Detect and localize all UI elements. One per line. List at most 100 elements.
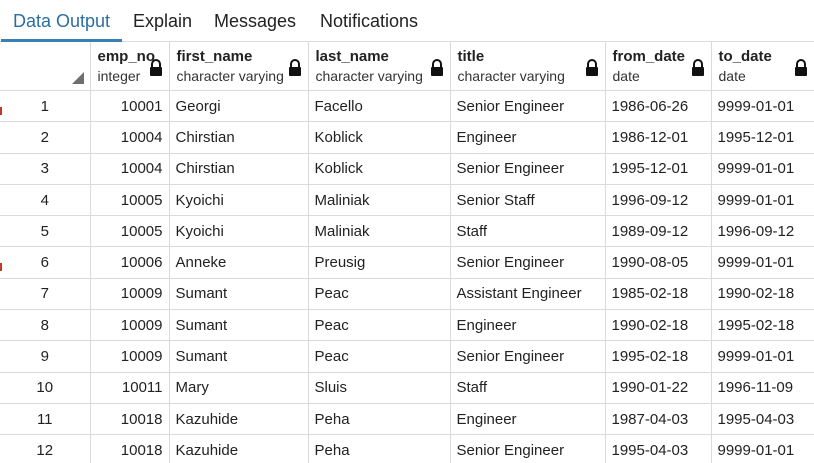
cell-emp-no[interactable]: 10011	[90, 372, 170, 404]
cell-last-name[interactable]: Peha	[308, 434, 451, 463]
cell-to-date[interactable]: 1990-02-18	[711, 278, 814, 311]
table-row[interactable]: 6 10006 Anneke Preusig Senior Engineer 1990-0…	[0, 246, 814, 279]
row-number[interactable]: 3	[0, 153, 91, 185]
cell-to-date[interactable]: 9999-01-01	[711, 434, 814, 463]
table-row[interactable]: 8 10009 Sumant Peac Engineer 1990-02-18 1995-0…	[0, 309, 814, 342]
cell-to-date[interactable]: 1996-09-12	[711, 215, 814, 248]
cell-first-name[interactable]: Chirstian	[169, 121, 309, 154]
tab-explain[interactable]: Explain	[133, 0, 192, 41]
cell-title[interactable]: Senior Engineer	[450, 340, 606, 373]
cell-from-date[interactable]: 1985-02-18	[605, 278, 712, 311]
cell-title[interactable]: Staff	[450, 215, 606, 248]
cell-from-date[interactable]: 1990-02-18	[605, 309, 712, 342]
cell-emp-no[interactable]: 10006	[90, 246, 170, 279]
cell-to-date[interactable]: 9999-01-01	[711, 246, 814, 279]
cell-last-name[interactable]: Peac	[308, 340, 451, 373]
row-number[interactable]: 2	[0, 121, 91, 154]
cell-from-date[interactable]: 1990-01-22	[605, 372, 712, 404]
cell-to-date[interactable]: 1995-12-01	[711, 121, 814, 154]
cell-from-date[interactable]: 1989-09-12	[605, 215, 712, 248]
cell-title[interactable]: Senior Staff	[450, 184, 606, 217]
cell-last-name[interactable]: Sluis	[308, 372, 451, 404]
cell-to-date[interactable]: 1996-11-09	[711, 372, 814, 404]
row-number[interactable]: 8	[0, 309, 91, 342]
cell-to-date[interactable]: 1995-04-03	[711, 403, 814, 436]
tab-data-output[interactable]: Data Output	[0, 0, 123, 42]
table-row[interactable]: 10 10011 Mary Sluis Staff 1990-01-22 1996-11-0…	[0, 372, 814, 404]
cell-emp-no[interactable]: 10004	[90, 153, 170, 185]
table-row[interactable]: 9 10009 Sumant Peac Senior Engineer 1995-02-1…	[0, 340, 814, 373]
cell-emp-no[interactable]: 10009	[90, 278, 170, 311]
cell-title[interactable]: Senior Engineer	[450, 90, 606, 123]
cell-first-name[interactable]: Anneke	[169, 246, 309, 279]
cell-to-date[interactable]: 9999-01-01	[711, 340, 814, 373]
column-header-emp-no[interactable]: emp_no integer	[90, 42, 170, 91]
cell-from-date[interactable]: 1986-12-01	[605, 121, 712, 154]
table-row[interactable]: 5 10005 Kyoichi Maliniak Staff 1989-09-12 1996…	[0, 215, 814, 248]
cell-from-date[interactable]: 1995-12-01	[605, 153, 712, 185]
cell-title[interactable]: Senior Engineer	[450, 153, 606, 185]
cell-first-name[interactable]: Sumant	[169, 340, 309, 373]
cell-first-name[interactable]: Georgi	[169, 90, 309, 123]
column-header-to-date[interactable]: to_date date	[711, 42, 814, 91]
cell-last-name[interactable]: Koblick	[308, 121, 451, 154]
row-number-header[interactable]	[0, 42, 91, 91]
cell-emp-no[interactable]: 10005	[90, 215, 170, 248]
cell-to-date[interactable]: 9999-01-01	[711, 184, 814, 217]
cell-title[interactable]: Senior Engineer	[450, 434, 606, 463]
row-number[interactable]: 9	[0, 340, 91, 373]
cell-first-name[interactable]: Chirstian	[169, 153, 309, 185]
row-number[interactable]: 1	[0, 90, 91, 123]
cell-emp-no[interactable]: 10009	[90, 309, 170, 342]
cell-to-date[interactable]: 9999-01-01	[711, 153, 814, 185]
cell-from-date[interactable]: 1987-04-03	[605, 403, 712, 436]
cell-to-date[interactable]: 1995-02-18	[711, 309, 814, 342]
table-row[interactable]: 3 10004 Chirstian Koblick Senior Engineer 199…	[0, 153, 814, 185]
select-all-corner-icon[interactable]	[71, 72, 84, 84]
tab-messages[interactable]: Messages	[214, 0, 296, 41]
cell-from-date[interactable]: 1986-06-26	[605, 90, 712, 123]
cell-to-date[interactable]: 9999-01-01	[711, 90, 814, 123]
cell-emp-no[interactable]: 10001	[90, 90, 170, 123]
row-number[interactable]: 5	[0, 215, 91, 248]
tab-notifications[interactable]: Notifications	[320, 0, 418, 41]
table-row[interactable]: 12 10018 Kazuhide Peha Senior Engineer 1995-0…	[0, 434, 814, 463]
row-number[interactable]: 4	[0, 184, 91, 217]
cell-title[interactable]: Engineer	[450, 121, 606, 154]
cell-first-name[interactable]: Mary	[169, 372, 309, 404]
cell-title[interactable]: Assistant Engineer	[450, 278, 606, 311]
cell-from-date[interactable]: 1995-04-03	[605, 434, 712, 463]
cell-first-name[interactable]: Kyoichi	[169, 184, 309, 217]
cell-from-date[interactable]: 1995-02-18	[605, 340, 712, 373]
cell-last-name[interactable]: Maliniak	[308, 215, 451, 248]
cell-first-name[interactable]: Kyoichi	[169, 215, 309, 248]
cell-last-name[interactable]: Preusig	[308, 246, 451, 279]
row-number[interactable]: 7	[0, 278, 91, 311]
row-number[interactable]: 10	[0, 372, 91, 404]
table-row[interactable]: 7 10009 Sumant Peac Assistant Engineer 1985-0…	[0, 278, 814, 311]
cell-first-name[interactable]: Kazuhide	[169, 403, 309, 436]
cell-last-name[interactable]: Koblick	[308, 153, 451, 185]
column-header-first-name[interactable]: first_name character varying	[169, 42, 309, 91]
cell-last-name[interactable]: Peac	[308, 278, 451, 311]
table-row[interactable]: 1 10001 Georgi Facello Senior Engineer 1986-0…	[0, 90, 814, 123]
cell-from-date[interactable]: 1996-09-12	[605, 184, 712, 217]
cell-emp-no[interactable]: 10004	[90, 121, 170, 154]
cell-emp-no[interactable]: 10018	[90, 403, 170, 436]
cell-first-name[interactable]: Sumant	[169, 278, 309, 311]
column-header-from-date[interactable]: from_date date	[605, 42, 712, 91]
cell-last-name[interactable]: Facello	[308, 90, 451, 123]
column-header-title[interactable]: title character varying	[450, 42, 606, 91]
table-row[interactable]: 4 10005 Kyoichi Maliniak Senior Staff 1996-09…	[0, 184, 814, 217]
cell-last-name[interactable]: Peac	[308, 309, 451, 342]
table-row[interactable]: 11 10018 Kazuhide Peha Engineer 1987-04-03 199…	[0, 403, 814, 436]
cell-title[interactable]: Engineer	[450, 309, 606, 342]
cell-emp-no[interactable]: 10005	[90, 184, 170, 217]
cell-title[interactable]: Staff	[450, 372, 606, 404]
row-number[interactable]: 6	[0, 246, 91, 279]
cell-last-name[interactable]: Peha	[308, 403, 451, 436]
cell-title[interactable]: Engineer	[450, 403, 606, 436]
table-row[interactable]: 2 10004 Chirstian Koblick Engineer 1986-12-01…	[0, 121, 814, 154]
cell-last-name[interactable]: Maliniak	[308, 184, 451, 217]
cell-emp-no[interactable]: 10018	[90, 434, 170, 463]
